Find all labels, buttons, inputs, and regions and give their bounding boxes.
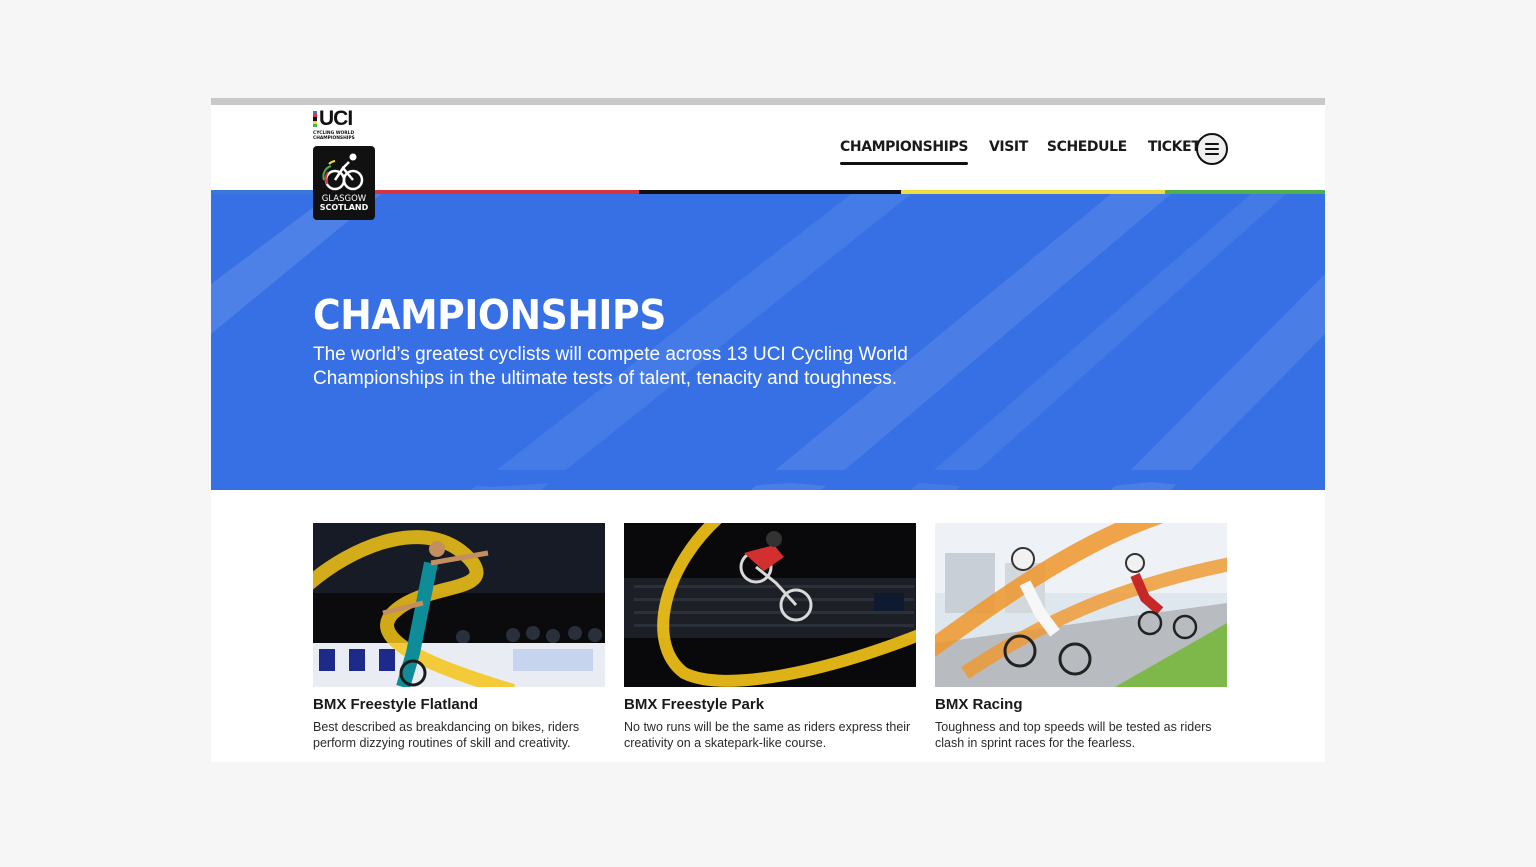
main-navigation: CHAMPIONSHIPS VISIT SCHEDULE TICKETS <box>840 132 1210 165</box>
browser-top-bar <box>211 98 1325 105</box>
uci-wordmark: UCI <box>319 107 353 130</box>
card-bmx-freestyle-flatland[interactable]: BMX Freestyle Flatland Best described as… <box>313 523 605 751</box>
hero-title: CHAMPIONSHIPS <box>313 291 666 339</box>
card-description: No two runs will be the same as riders e… <box>624 720 911 750</box>
card-bmx-freestyle-park[interactable]: BMX Freestyle Park No two runs will be t… <box>624 523 916 751</box>
card-description: Toughness and top speeds will be tested … <box>935 720 1212 750</box>
hero-torn-edge <box>211 470 1325 488</box>
hamburger-menu-icon <box>1205 143 1219 145</box>
card-title: BMX Freestyle Park <box>624 696 765 713</box>
nav-schedule[interactable]: SCHEDULE <box>1047 137 1127 157</box>
cyclist-icon <box>322 153 364 191</box>
uci-rainbow-bars-icon <box>313 111 317 128</box>
badge-country: SCOTLAND <box>319 203 369 212</box>
card-image-racing <box>935 523 1227 687</box>
glasgow-badge: GLASGOW SCOTLAND <box>313 146 375 220</box>
card-image-flatland <box>313 523 605 687</box>
card-title: BMX Racing <box>935 696 1023 713</box>
card-description: Best described as breakdancing on bikes,… <box>313 720 580 750</box>
site-logo[interactable]: UCI CYCLING WORLD CHAMPIONSHIPS GLASGOW … <box>313 107 375 220</box>
uci-logo: UCI <box>313 107 375 130</box>
hero-banner: CHAMPIONSHIPS The world’s greatest cycli… <box>211 194 1325 490</box>
card-bmx-racing[interactable]: BMX Racing Toughness and top speeds will… <box>935 523 1227 751</box>
hero-description: The world’s greatest cyclists will compe… <box>313 344 908 389</box>
hero-brush-texture <box>211 194 1325 490</box>
nav-championships[interactable]: CHAMPIONSHIPS <box>840 137 968 165</box>
nav-visit[interactable]: VISIT <box>989 137 1028 157</box>
browser-viewport: UCI CYCLING WORLD CHAMPIONSHIPS GLASGOW … <box>211 98 1325 762</box>
card-title: BMX Freestyle Flatland <box>313 696 479 713</box>
uci-subtitle: CYCLING WORLD CHAMPIONSHIPS <box>313 131 369 141</box>
card-image-park <box>624 523 916 687</box>
uci-subtitle-line2: CHAMPIONSHIPS <box>313 136 355 141</box>
hamburger-menu-button[interactable] <box>1196 133 1228 165</box>
championship-cards: BMX Freestyle Flatland Best described as… <box>313 523 1227 751</box>
